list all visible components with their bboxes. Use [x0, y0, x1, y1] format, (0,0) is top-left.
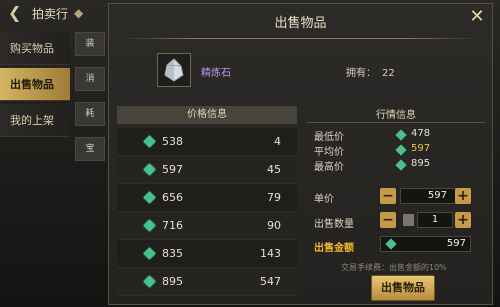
diamond-icon: ◆: [74, 6, 84, 20]
price-row[interactable]: 895 547: [117, 268, 297, 296]
price-row[interactable]: 538 4: [117, 128, 297, 156]
category-tab[interactable]: 装: [75, 32, 105, 56]
sell-dialog: 出售物品 ✕ 精炼石 拥有： 22 价格信息 538 4 597 45 656 79 7…: [108, 3, 493, 305]
title-divider: [121, 38, 480, 39]
price-row[interactable]: 597 45: [117, 156, 297, 184]
quantity-value: 547: [260, 275, 281, 288]
quantity-value: 143: [260, 247, 281, 260]
max-price-label: 最高价: [314, 162, 344, 173]
unit-price-minus-button[interactable]: −: [380, 188, 396, 204]
owned-value: 22: [382, 68, 395, 79]
item-name: 精炼石: [201, 68, 231, 79]
dialog-title: 出售物品: [274, 16, 327, 31]
gem-icon: [143, 135, 156, 148]
price-value: 835: [162, 247, 183, 260]
price-row[interactable]: 835 143: [117, 240, 297, 268]
tab-my-listings[interactable]: 我的上架: [0, 104, 70, 137]
gem-icon: [395, 144, 407, 156]
sell-item-button[interactable]: 出售物品: [371, 275, 435, 301]
unit-price-input[interactable]: 597: [400, 188, 460, 204]
top-bar: ❮ 拍卖行 ◆: [0, 0, 110, 26]
price-value: 716: [162, 219, 183, 232]
tab-buy[interactable]: 购买物品: [0, 32, 70, 65]
owned-label: 拥有：: [346, 68, 376, 79]
quantity-input[interactable]: 1: [417, 212, 453, 228]
min-price-label: 最低价: [314, 132, 344, 143]
total-label: 出售金额: [314, 243, 354, 254]
price-list: 538 4 597 45 656 79 716 90 835 143 895 547: [117, 128, 297, 296]
avg-price-label: 平均价: [314, 147, 344, 158]
calculator-icon[interactable]: [403, 214, 414, 226]
price-row[interactable]: 656 79: [117, 184, 297, 212]
gem-icon: [143, 219, 156, 232]
total-value: 597: [446, 238, 466, 249]
price-row[interactable]: 716 90: [117, 212, 297, 240]
left-tabs: 购买物品 出售物品 我的上架: [0, 32, 70, 140]
category-tabs: 装 消 耗 宝: [75, 32, 105, 172]
quantity-plus-button[interactable]: +: [455, 212, 471, 228]
gem-icon: [143, 163, 156, 176]
min-price-value: 478: [411, 128, 431, 139]
fee-note: 交易手续费：出售金额的10%: [341, 263, 447, 272]
avg-price-value: 597: [411, 143, 431, 154]
quantity-minus-button[interactable]: −: [380, 212, 396, 228]
category-tab[interactable]: 消: [75, 67, 105, 91]
quantity-value: 45: [267, 163, 281, 176]
price-value: 597: [162, 163, 183, 176]
unit-price-plus-button[interactable]: +: [455, 188, 471, 204]
price-value: 538: [162, 135, 183, 148]
quantity-value: 79: [267, 191, 281, 204]
price-value: 656: [162, 191, 183, 204]
owned-count: 拥有： 22: [346, 64, 401, 79]
gem-icon: [395, 129, 407, 141]
quantity-value: 90: [267, 219, 281, 232]
quantity-value: 4: [274, 135, 281, 148]
gem-icon: [143, 247, 156, 260]
gem-icon: [143, 275, 156, 288]
quantity-label: 出售数量: [314, 219, 354, 230]
close-icon[interactable]: ✕: [468, 8, 486, 26]
price-value: 895: [162, 275, 183, 288]
tab-sell[interactable]: 出售物品: [0, 68, 70, 101]
gem-icon: [395, 159, 407, 171]
item-slot: [157, 53, 191, 87]
max-price-value: 895: [411, 158, 431, 169]
market-divider: [307, 122, 485, 123]
category-tab[interactable]: 耗: [75, 102, 105, 126]
gem-icon: [143, 191, 156, 204]
back-arrow-icon[interactable]: ❮: [8, 4, 26, 22]
category-tab[interactable]: 宝: [75, 137, 105, 161]
crystal-icon: [164, 58, 184, 82]
unit-price-label: 单价: [314, 194, 334, 205]
price-info-header: 价格信息: [117, 106, 297, 124]
page-title: 拍卖行: [32, 6, 69, 21]
market-info-header: 行情信息: [376, 110, 416, 121]
